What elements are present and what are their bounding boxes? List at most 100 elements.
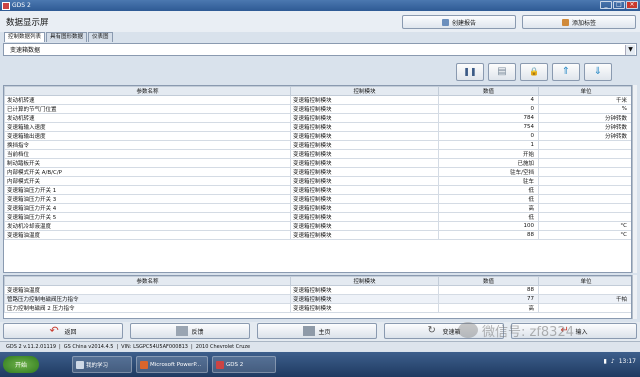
close-icon[interactable]: ×: [626, 1, 638, 9]
table-row[interactable]: 已计算的节气门位置 变速箱控制模块 0%: [4, 104, 631, 114]
add-tag-button[interactable]: 添加标签: [522, 15, 636, 29]
cell-parameter: 当前档位: [4, 149, 291, 159]
pause-button[interactable]: ❚❚: [456, 63, 484, 81]
volume-icon[interactable]: ♪: [611, 358, 615, 365]
network-icon[interactable]: ▮: [604, 358, 607, 365]
feedback-button[interactable]: 反馈: [130, 323, 250, 339]
page-title: 数据显示屏: [6, 18, 49, 28]
table-row[interactable]: 内部模式开关 变速箱控制模块 驻车: [4, 176, 631, 186]
table-row[interactable]: 压力控制电磁阀 2 压力指令 变速箱控制模块高: [4, 303, 631, 313]
cell-module: 变速箱控制模块: [290, 167, 439, 177]
tab-graph-data[interactable]: 具有图形数据: [46, 32, 88, 42]
taskbar-item-label: Microsoft PowerP...: [150, 361, 202, 368]
col-header-parameter[interactable]: 参数名称: [4, 276, 291, 286]
arrow-up-icon: ⇑: [561, 66, 571, 77]
table-row[interactable]: 制动踏板开关 变速箱控制模块 已施加: [4, 158, 631, 168]
feedback-icon: [176, 326, 189, 336]
col-header-value[interactable]: 数值: [438, 276, 539, 286]
maximize-icon[interactable]: □: [613, 1, 625, 9]
cell-value: 88: [438, 230, 539, 240]
status-vin: VIN: LSGPC54U5AF000813: [121, 343, 188, 350]
cell-unit: [538, 285, 631, 295]
minimize-icon[interactable]: _: [600, 1, 612, 9]
home-button[interactable]: 主页: [257, 323, 377, 339]
move-up-button[interactable]: ⇑: [552, 63, 580, 81]
table-row[interactable]: 当前档位 变速箱控制模块 开始: [4, 149, 631, 159]
clock[interactable]: 13:17: [619, 358, 636, 365]
lock-icon: 🔒: [529, 67, 539, 76]
col-header-parameter[interactable]: 参数名称: [4, 86, 291, 96]
table-row[interactable]: 变速箱输入速度 变速箱控制模块 754 分钟转数: [4, 122, 631, 132]
table-row[interactable]: 发动机转速 变速箱控制模块 784 分钟转数: [4, 113, 631, 123]
tab-gauges[interactable]: 仪表图: [88, 32, 113, 42]
selected-table-scrollbar[interactable]: [632, 275, 637, 319]
col-header-module[interactable]: 控制模块: [290, 86, 439, 96]
cell-parameter: 变速箱油温度: [4, 285, 291, 295]
app-icon: [2, 1, 10, 10]
cell-parameter: 发动机转速: [4, 95, 291, 105]
window-title: GDS 2: [12, 2, 31, 9]
taskbar-item-study[interactable]: 我的学习: [72, 356, 132, 373]
cell-unit: 分钟转数: [538, 113, 631, 123]
col-header-unit[interactable]: 单位: [538, 276, 631, 286]
powerpoint-icon: [140, 360, 148, 369]
record-button[interactable]: ▤: [488, 63, 516, 81]
table-row[interactable]: 变速箱油压力开关 5 变速箱控制模块低: [4, 212, 631, 222]
table-row[interactable]: 变速箱输出速度 变速箱控制模块 0 分钟转数: [4, 131, 631, 141]
chevron-down-icon[interactable]: ▼: [625, 45, 635, 55]
tab-control-data-list[interactable]: 控制数据列表: [4, 32, 46, 42]
table-row[interactable]: 变速箱油温度 变速箱控制模块 88 °C: [4, 230, 631, 240]
data-table: 参数名称 控制模块 数值 单位 发动机转速 变速箱控制模块 4 千米 已计算的节气门位置…: [3, 85, 632, 273]
cell-value: 4: [438, 95, 539, 105]
col-header-value[interactable]: 数值: [438, 86, 539, 96]
table-row[interactable]: 内部模式开关 A/B/C/P 变速箱控制模块 驻车/空挡: [4, 167, 631, 177]
move-down-button[interactable]: ⇓: [584, 63, 612, 81]
table-row[interactable]: 换挡指令 变速箱控制模块 1: [4, 140, 631, 150]
dataset-selected-value: 变速箱数据: [10, 47, 41, 54]
cell-module: 变速箱控制模块: [290, 285, 439, 295]
cell-value: 驻车/空挡: [438, 167, 539, 177]
cell-module: 变速箱控制模块: [290, 194, 439, 204]
cell-value: 高: [438, 303, 539, 313]
cell-unit: [538, 158, 631, 168]
back-button[interactable]: ↶ 返回: [3, 323, 123, 339]
cell-value: 784: [438, 113, 539, 123]
main-table-scrollbar[interactable]: [632, 85, 637, 273]
cell-module: 变速箱控制模块: [290, 104, 439, 114]
cell-unit: 千米: [538, 95, 631, 105]
taskbar-item-gds2[interactable]: GDS 2: [212, 356, 276, 373]
cell-unit: [538, 203, 631, 213]
cell-module: 变速箱控制模块: [290, 158, 439, 168]
table-row[interactable]: 发动机冷却液温度 变速箱控制模块 100 °C: [4, 221, 631, 231]
col-header-unit[interactable]: 单位: [538, 86, 631, 96]
lock-button[interactable]: 🔒: [520, 63, 548, 81]
cell-parameter: 换挡指令: [4, 140, 291, 150]
col-header-module[interactable]: 控制模块: [290, 276, 439, 286]
table-row[interactable]: 发动机转速 变速箱控制模块 4 千米: [4, 95, 631, 105]
status-database: GS China v2014.4.5: [63, 343, 114, 350]
cell-unit: [538, 176, 631, 186]
cell-parameter: 管路压力控制电磁阀压力指令: [4, 294, 291, 304]
cell-value: 77: [438, 294, 539, 304]
cell-unit: 分钟转数: [538, 122, 631, 132]
dataset-select[interactable]: 变速箱数据 ▼: [3, 43, 637, 56]
cell-parameter: 变速箱油压力开关 5: [4, 212, 291, 222]
data-toolbar: ❚❚ ▤ 🔒 ⇑ ⇓: [456, 63, 612, 81]
table-row[interactable]: 变速箱油温度 变速箱控制模块 88: [4, 285, 631, 295]
page-header: 数据显示屏 创建报告 添加标签: [0, 11, 640, 32]
table-row[interactable]: 变速箱油压力开关 1 变速箱控制模块低: [4, 185, 631, 195]
table-row[interactable]: 变速箱油压力开关 4 变速箱控制模块高: [4, 203, 631, 213]
cell-module: 变速箱控制模块: [290, 212, 439, 222]
cell-value: 1: [438, 140, 539, 150]
cell-parameter: 变速箱油压力开关 4: [4, 203, 291, 213]
taskbar-item-powerpoint[interactable]: Microsoft PowerP...: [136, 356, 208, 373]
start-label: 开始: [14, 362, 27, 369]
cell-unit: [538, 149, 631, 159]
table-row[interactable]: 变速箱油压力开关 3 变速箱控制模块低: [4, 194, 631, 204]
create-report-button[interactable]: 创建报告: [402, 15, 516, 29]
cell-module: 变速箱控制模块: [290, 185, 439, 195]
table-row[interactable]: 管路压力控制电磁阀压力指令 变速箱控制模块 77 千帕: [4, 294, 631, 304]
cell-unit: [538, 194, 631, 204]
cell-module: 变速箱控制模块: [290, 176, 439, 186]
start-button[interactable]: 开始: [3, 356, 39, 373]
